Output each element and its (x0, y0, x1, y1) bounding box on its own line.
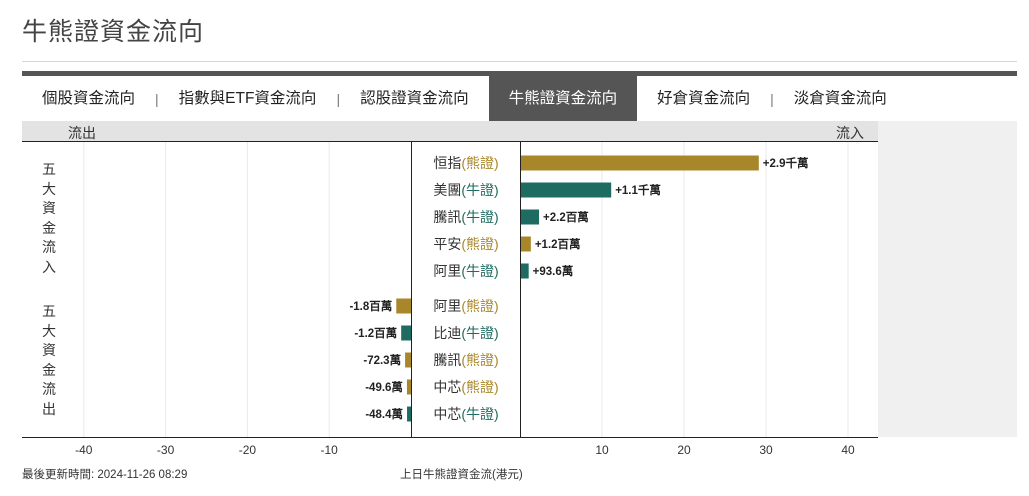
category-label: 中芯(牛證) (433, 406, 498, 422)
category-label: 美團(牛證) (433, 182, 498, 198)
bar-value-label: -48.4萬 (365, 407, 403, 421)
x-tick-label: 20 (677, 443, 691, 457)
category-label: 阿里(熊證) (433, 298, 498, 314)
bar-value-label: +1.2百萬 (535, 237, 581, 251)
last-updated-text: 最後更新時間: 2024-11-26 08:29 (22, 469, 188, 481)
x-tick-label: -30 (157, 443, 175, 457)
bar-value-label: +93.6萬 (533, 264, 574, 278)
category-label: 中芯(熊證) (433, 379, 498, 395)
inflow-bar (521, 182, 612, 198)
bar-value-label: -1.2百萬 (354, 326, 397, 340)
category-label: 騰訊(熊證) (433, 352, 498, 368)
bar-value-label: -72.3萬 (363, 353, 401, 367)
inflow-bar (521, 236, 531, 252)
bar-value-label: +1.1千萬 (615, 183, 661, 197)
x-tick-label: 10 (595, 443, 609, 457)
inflow-bar (521, 263, 529, 279)
x-tick-label: -40 (75, 443, 93, 457)
inflow-bar (521, 209, 540, 225)
category-label: 阿里(牛證) (433, 263, 498, 279)
inflow-bar (521, 155, 759, 171)
category-label: 恒指(熊證) (433, 155, 498, 171)
bar-value-label: +2.2百萬 (543, 210, 589, 224)
cbbc-flow-chart: -40 -30 -20 -10 10 20 30 40 恒指(熊證) +2.9千萬美團(牛證) +1… (22, 141, 878, 457)
bar-value-label: +2.9千萬 (763, 156, 809, 170)
outflow-bar (406, 379, 411, 395)
outflow-bar (396, 298, 411, 314)
outflow-bar (405, 352, 411, 368)
bar-value-label: -1.8百萬 (349, 299, 392, 313)
category-label: 騰訊(牛證) (433, 209, 498, 225)
x-tick-label: 30 (759, 443, 773, 457)
outflow-bar (407, 406, 411, 422)
chart-caption: 上日牛熊證資金流(港元) (400, 469, 523, 481)
category-label: 平安(熊證) (433, 236, 498, 252)
x-tick-label: -10 (321, 443, 339, 457)
category-label: 比迪(牛證) (433, 325, 498, 341)
x-tick-label: -20 (239, 443, 257, 457)
bar-value-label: -49.6萬 (365, 380, 403, 394)
x-tick-label: 40 (841, 443, 855, 457)
outflow-bar (401, 325, 411, 341)
